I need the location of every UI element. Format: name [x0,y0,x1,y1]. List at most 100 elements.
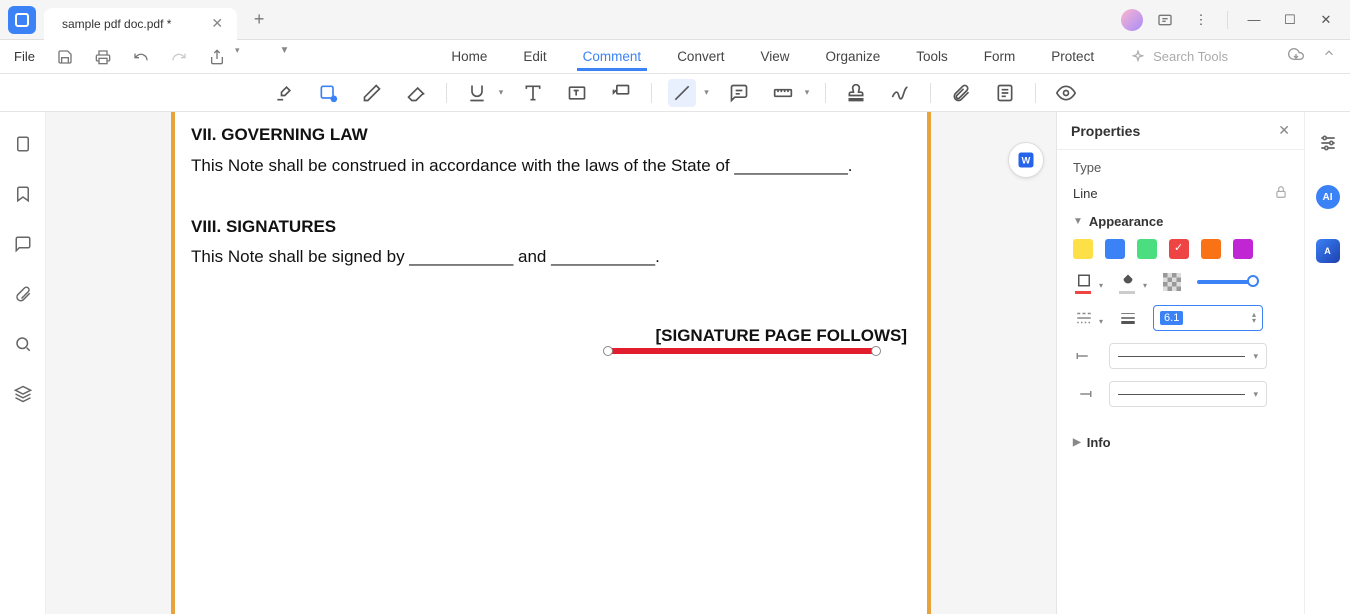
properties-panel: Properties ✕ Type Line ▼ Appearance [1056,112,1304,614]
main-area: VII. GOVERNING LAW This Note shall be co… [0,112,1350,614]
menu-form[interactable]: Form [966,43,1034,70]
qa-dropdown-icon[interactable]: ▼ [279,45,289,69]
user-avatar[interactable] [1121,9,1143,31]
ai-assistant-icon[interactable]: AI [1315,184,1341,210]
heading-signatures: VIII. SIGNATURES [191,212,911,243]
layers-icon[interactable] [11,382,35,406]
tab-close-icon[interactable]: ✕ [211,15,223,32]
line-handle-start[interactable] [603,346,613,356]
paragraph-signatures: This Note shall be signed by ___________… [191,242,911,273]
opacity-icon[interactable] [1161,271,1183,293]
comments-list-icon[interactable] [991,79,1019,107]
swatch-orange[interactable] [1201,239,1221,259]
chevron-down-icon[interactable]: ▾ [235,45,240,69]
collapse-icon[interactable] [1322,46,1336,67]
menu-organize[interactable]: Organize [808,43,899,70]
print-icon[interactable] [91,45,115,69]
end-cap-icon[interactable] [1073,383,1095,405]
signature-icon[interactable] [886,79,914,107]
swatch-green[interactable] [1137,239,1157,259]
pencil-icon[interactable] [358,79,386,107]
menu-convert[interactable]: Convert [659,43,742,70]
menubar: File ▾ ▼ Home Edit Comment Convert View … [0,40,1350,74]
menu-edit[interactable]: Edit [505,43,564,70]
save-icon[interactable] [53,45,77,69]
redo-icon[interactable] [167,45,191,69]
measure-icon[interactable] [769,79,797,107]
more-icon[interactable]: ⋮ [1187,6,1215,34]
maximize-icon[interactable]: ☐ [1276,6,1304,34]
callout-icon[interactable] [607,79,635,107]
cloud-icon[interactable] [1288,46,1304,67]
new-tab-button[interactable]: + [245,6,273,34]
highlighter-icon[interactable] [270,79,298,107]
underline-icon[interactable] [463,79,491,107]
comments-icon[interactable] [11,232,35,256]
undo-icon[interactable] [129,45,153,69]
word-export-button[interactable]: W [1008,142,1044,178]
document-tab[interactable]: sample pdf doc.pdf * ✕ [44,8,237,40]
pdf-page: VII. GOVERNING LAW This Note shall be co… [171,112,931,614]
chevron-down-icon[interactable]: ▾ [1099,281,1103,290]
menu-home[interactable]: Home [433,43,505,70]
chevron-down-icon[interactable]: ▾ [1099,317,1103,326]
heading-governing-law: VII. GOVERNING LAW [191,120,911,151]
thumbnails-icon[interactable] [11,132,35,156]
menu-view[interactable]: View [742,43,807,70]
messages-icon[interactable] [1151,6,1179,34]
menu-protect[interactable]: Protect [1033,43,1112,70]
textbox-icon[interactable] [563,79,591,107]
thickness-input[interactable]: 6.1 ▴▾ [1153,305,1263,331]
share-icon[interactable] [205,45,229,69]
stroke-color-icon[interactable] [1073,271,1095,293]
eraser-icon[interactable] [402,79,430,107]
type-label: Type [1073,160,1288,175]
swatch-blue[interactable] [1105,239,1125,259]
ai-tools-icon[interactable]: A [1315,238,1341,264]
menu-comment[interactable]: Comment [565,43,660,70]
start-cap-icon[interactable] [1073,345,1095,367]
line-handle-end[interactable] [871,346,881,356]
note-icon[interactable] [725,79,753,107]
panel-close-icon[interactable]: ✕ [1278,122,1290,139]
search-icon[interactable] [11,332,35,356]
swatch-red[interactable] [1169,239,1189,259]
svg-text:W: W [1022,155,1031,165]
info-section[interactable]: ▶ Info [1073,435,1288,450]
opacity-slider[interactable] [1197,280,1253,284]
signature-page-follows: [SIGNATURE PAGE FOLLOWS] [191,321,907,352]
end-cap-combo[interactable]: ▾ [1109,381,1267,407]
bookmarks-icon[interactable] [11,182,35,206]
chevron-down-icon[interactable]: ▾ [499,87,504,98]
document-canvas[interactable]: VII. GOVERNING LAW This Note shall be co… [46,112,1056,614]
minimize-icon[interactable]: — [1240,6,1268,34]
quick-access: ▾ ▼ [53,45,289,69]
settings-icon[interactable] [1315,130,1341,156]
line-tool-icon[interactable] [668,79,696,107]
file-menu[interactable]: File [14,49,35,64]
menu-tools[interactable]: Tools [898,43,966,70]
thickness-icon[interactable] [1117,307,1139,329]
chevron-down-icon[interactable]: ▾ [1143,281,1147,290]
search-tools[interactable]: Search Tools [1131,49,1228,64]
fill-color-icon[interactable] [1117,271,1139,293]
titlebar: sample pdf doc.pdf * ✕ + ⋮ — ☐ ✕ [0,0,1350,40]
area-highlight-icon[interactable] [314,79,342,107]
appearance-section[interactable]: ▼ Appearance [1073,214,1288,229]
line-style-icon[interactable] [1073,307,1095,329]
close-icon[interactable]: ✕ [1312,6,1340,34]
chevron-down-icon[interactable]: ▾ [704,87,709,98]
hide-comments-icon[interactable] [1052,79,1080,107]
chevron-down-icon[interactable]: ▾ [805,87,810,98]
lock-icon[interactable] [1274,185,1288,202]
spinner-icon[interactable]: ▴▾ [1252,312,1256,324]
text-icon[interactable] [519,79,547,107]
attachment-icon[interactable] [947,79,975,107]
line-annotation[interactable] [609,348,875,354]
attachments-icon[interactable] [11,282,35,306]
swatch-purple[interactable] [1233,239,1253,259]
tab-title: sample pdf doc.pdf * [62,17,171,31]
stamp-icon[interactable] [842,79,870,107]
start-cap-combo[interactable]: ▾ [1109,343,1267,369]
swatch-yellow[interactable] [1073,239,1093,259]
